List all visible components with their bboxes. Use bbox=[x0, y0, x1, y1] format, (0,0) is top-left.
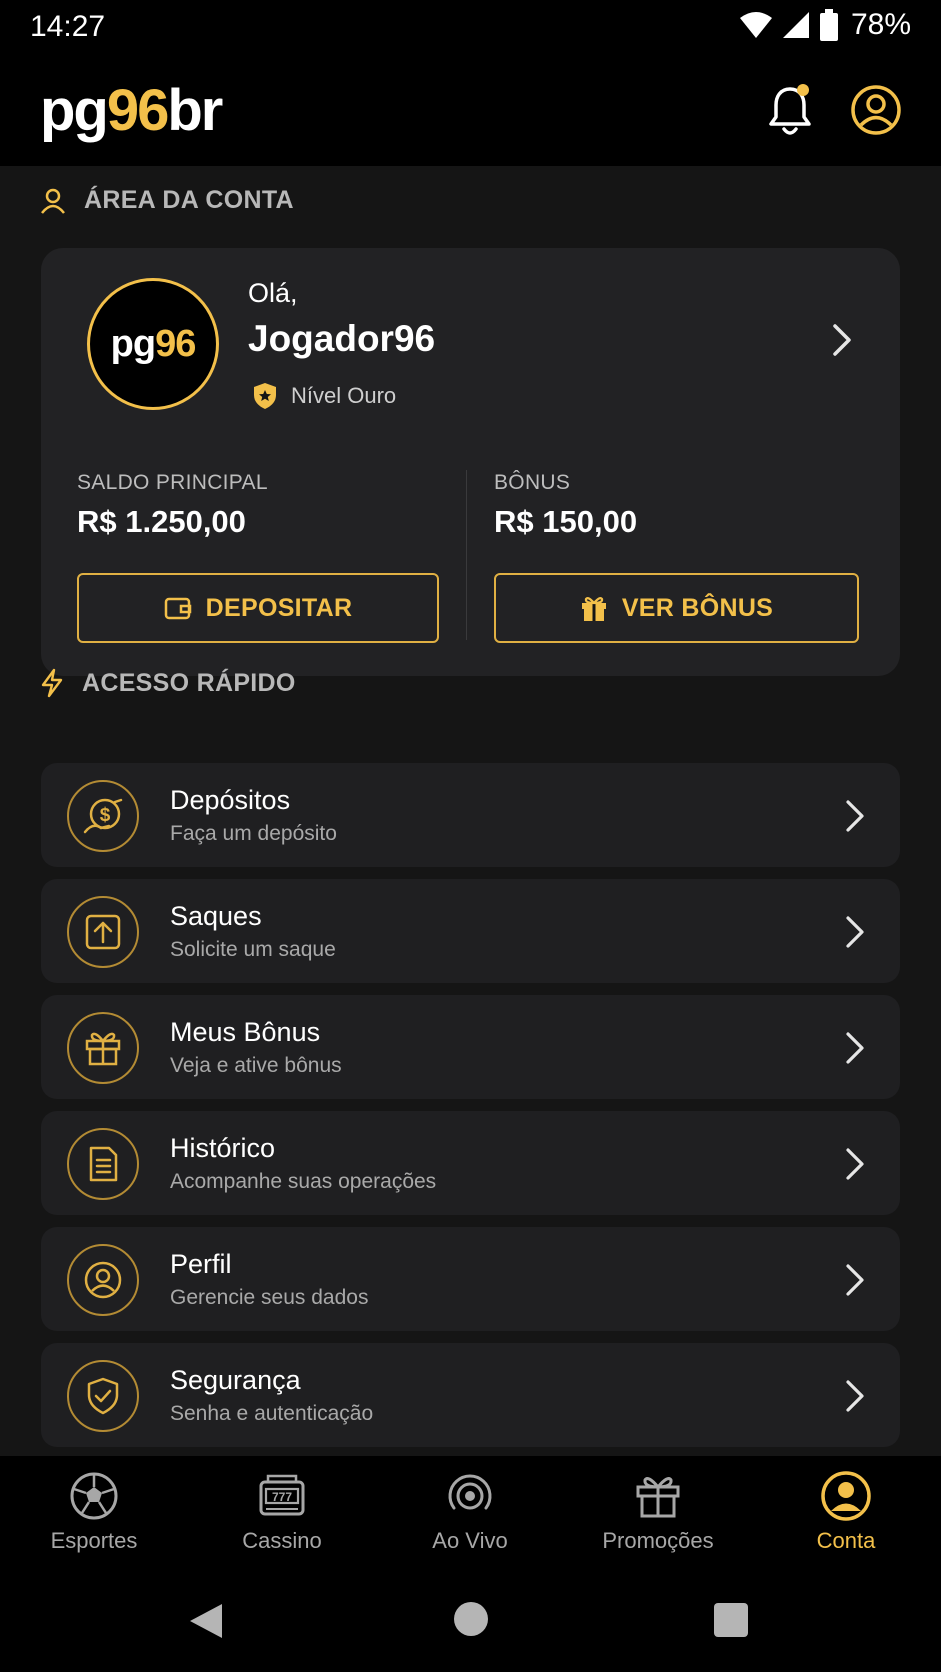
live-broadcast-icon bbox=[448, 1474, 492, 1510]
chevron-right-icon bbox=[846, 916, 864, 948]
shield-check-icon bbox=[87, 1377, 119, 1415]
wallet-icon bbox=[164, 597, 191, 620]
quick-access-header: ACESSO RÁPIDO bbox=[40, 668, 296, 698]
lightning-icon bbox=[41, 668, 63, 698]
bottom-navigation: Esportes 777 Cassino Ao Vivo Promoções C… bbox=[0, 1456, 941, 1564]
chevron-right-icon bbox=[846, 1032, 864, 1064]
status-icons: 78% bbox=[739, 8, 911, 42]
account-section-header: ÁREA DA CONTA bbox=[40, 186, 294, 215]
username: Jogador96 bbox=[248, 318, 436, 359]
nav-conta[interactable]: Conta bbox=[761, 1470, 931, 1554]
nav-ao-vivo[interactable]: Ao Vivo bbox=[385, 1470, 555, 1554]
gift-icon bbox=[581, 597, 606, 621]
gift-icon bbox=[636, 1477, 680, 1518]
user-icon bbox=[84, 1261, 122, 1299]
battery-percent: 78% bbox=[850, 8, 911, 41]
quick-item-subtitle: Solicite um saque bbox=[170, 938, 336, 961]
soccer-ball-icon bbox=[70, 1472, 118, 1520]
main-balance-value: R$ 1.250,00 bbox=[77, 504, 246, 539]
balance-divider bbox=[466, 470, 467, 640]
status-time: 14:27 bbox=[30, 10, 106, 43]
quick-item-title: Meus Bônus bbox=[170, 1017, 321, 1047]
view-bonus-button[interactable]: VER BÔNUS bbox=[494, 573, 859, 643]
document-icon bbox=[89, 1146, 118, 1182]
account-details-chevron-icon[interactable] bbox=[827, 320, 857, 360]
quick-item-subtitle: Senha e autenticação bbox=[170, 1402, 374, 1425]
nav-label: Cassino bbox=[242, 1528, 322, 1553]
quick-item-subtitle: Veja e ative bônus bbox=[170, 1054, 342, 1077]
chevron-right-icon bbox=[846, 1380, 864, 1412]
withdraw-icon bbox=[85, 914, 121, 950]
nav-label: Ao Vivo bbox=[432, 1528, 508, 1553]
quick-item-subtitle: Faça um depósito bbox=[170, 822, 337, 845]
notification-bell-icon[interactable] bbox=[766, 83, 814, 139]
quick-item-subtitle: Gerencie seus dados bbox=[170, 1286, 369, 1309]
quick-item-seguranca[interactable]: Segurança Senha e autenticação bbox=[41, 1343, 900, 1447]
account-card: pg 96 Olá, Jogador96 Nível Ouro SALDO PRI… bbox=[41, 248, 900, 676]
greeting: Olá, bbox=[248, 278, 298, 308]
svg-text:$: $ bbox=[100, 805, 111, 826]
level-label: Nível Ouro bbox=[291, 383, 397, 408]
quick-item-title: Saques bbox=[170, 901, 262, 931]
account-icon bbox=[821, 1471, 871, 1521]
deposit-coin-icon: $ bbox=[83, 798, 123, 834]
quick-item-historico[interactable]: Histórico Acompanhe suas operações bbox=[41, 1111, 900, 1215]
back-icon[interactable] bbox=[188, 1602, 224, 1640]
account-content[interactable]: ÁREA DA CONTA pg 96 Olá, Jogador96 Nível … bbox=[0, 166, 941, 1456]
level-badge: Nível Ouro bbox=[253, 382, 396, 410]
quick-access-title: ACESSO RÁPIDO bbox=[82, 668, 296, 697]
avatar[interactable]: pg 96 bbox=[87, 278, 219, 410]
bonus-value: R$ 150,00 bbox=[494, 504, 638, 539]
quick-item-title: Histórico bbox=[170, 1133, 276, 1163]
chevron-right-icon bbox=[846, 800, 864, 832]
chevron-right-icon bbox=[846, 1264, 864, 1296]
account-section-title: ÁREA DA CONTA bbox=[84, 186, 294, 214]
main-balance-label: SALDO PRINCIPAL bbox=[77, 471, 268, 494]
deposit-label: DEPOSITAR bbox=[205, 593, 353, 622]
quick-item-depositos[interactable]: $ Depósitos Faça um depósito bbox=[41, 763, 900, 867]
quick-item-title: Segurança bbox=[170, 1365, 301, 1395]
nav-promocoes[interactable]: Promoções bbox=[573, 1470, 743, 1554]
app-bar: pg96br bbox=[0, 56, 941, 166]
quick-item-title: Depósitos bbox=[170, 785, 291, 815]
svg-text:777: 777 bbox=[272, 1490, 292, 1504]
bonus-label: BÔNUS bbox=[494, 471, 571, 494]
quick-item-subtitle: Acompanhe suas operações bbox=[170, 1170, 437, 1193]
wifi-icon bbox=[739, 12, 772, 38]
view-bonus-label: VER BÔNUS bbox=[621, 593, 774, 622]
nav-label: Esportes bbox=[50, 1528, 138, 1553]
shield-badge-icon bbox=[254, 383, 276, 409]
recents-icon[interactable] bbox=[714, 1603, 748, 1637]
quick-item-saques[interactable]: Saques Solicite um saque bbox=[41, 879, 900, 983]
slot-machine-icon: 777 bbox=[259, 1474, 305, 1516]
status-bar: 14:27 78% bbox=[0, 0, 941, 56]
quick-item-meus-bonus[interactable]: Meus Bônus Veja e ative bônus bbox=[41, 995, 900, 1099]
nav-cassino[interactable]: 777 Cassino bbox=[197, 1470, 367, 1554]
nav-esportes[interactable]: Esportes bbox=[9, 1470, 179, 1554]
gift-icon bbox=[85, 1032, 121, 1066]
system-navigation-bar bbox=[0, 1564, 941, 1672]
home-icon[interactable] bbox=[454, 1602, 488, 1636]
quick-item-title: Perfil bbox=[170, 1249, 232, 1279]
nav-label: Promoções bbox=[602, 1528, 714, 1553]
chevron-right-icon bbox=[846, 1148, 864, 1180]
battery-icon bbox=[819, 9, 838, 41]
signal-icon bbox=[782, 12, 809, 38]
brand-logo[interactable]: pg96br bbox=[40, 76, 223, 146]
profile-icon[interactable] bbox=[850, 84, 902, 136]
deposit-button[interactable]: DEPOSITAR bbox=[77, 573, 439, 643]
nav-label: Conta bbox=[816, 1528, 876, 1553]
quick-item-perfil[interactable]: Perfil Gerencie seus dados bbox=[41, 1227, 900, 1331]
user-outline-icon bbox=[41, 188, 65, 214]
